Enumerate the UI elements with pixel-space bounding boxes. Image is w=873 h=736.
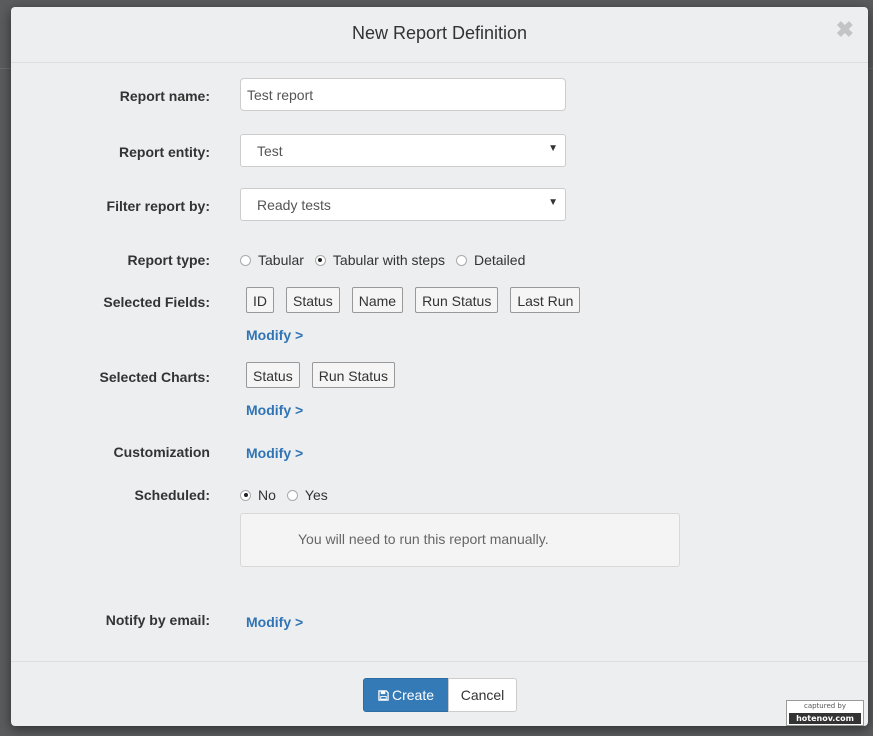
field-tag: Status bbox=[286, 287, 340, 313]
radio-no[interactable] bbox=[240, 489, 251, 501]
selected-fields-tags: ID Status Name Run Status Last Run bbox=[246, 287, 592, 313]
radio-detailed[interactable] bbox=[455, 254, 467, 266]
schedule-info-box: You will need to run this report manuall… bbox=[240, 513, 680, 567]
bg-divider bbox=[868, 68, 873, 69]
selected-charts-label: Selected Charts: bbox=[99, 369, 210, 385]
create-button[interactable]: Create bbox=[363, 678, 449, 712]
report-type-radio-group: Tabular Tabular with steps Detailed bbox=[240, 252, 536, 268]
radio-label: Detailed bbox=[473, 252, 526, 268]
chevron-down-icon: ▼ bbox=[548, 143, 558, 154]
chart-tag: Run Status bbox=[311, 362, 395, 388]
radio-label: Tabular with steps bbox=[332, 252, 445, 268]
modal-footer: Create Cancel bbox=[11, 661, 868, 726]
report-type-label: Report type: bbox=[127, 252, 210, 268]
report-name-input[interactable] bbox=[240, 78, 566, 111]
close-icon[interactable]: ✖ bbox=[836, 19, 854, 41]
chevron-down-icon: ▼ bbox=[548, 197, 558, 208]
modify-notify-link[interactable]: Modify > bbox=[246, 614, 303, 630]
modal-title: New Report Definition bbox=[351, 23, 528, 43]
watermark-line1: captured by bbox=[803, 702, 847, 710]
radio-tabular-with-steps[interactable] bbox=[314, 254, 326, 266]
scheduled-radio-group: No Yes bbox=[240, 487, 339, 503]
modify-charts-link[interactable]: Modify > bbox=[246, 402, 303, 418]
cancel-button[interactable]: Cancel bbox=[448, 678, 517, 712]
report-entity-select[interactable]: Test ▼ bbox=[240, 134, 566, 167]
chart-tag: Status bbox=[246, 362, 300, 388]
report-entity-value: Test bbox=[257, 143, 283, 159]
filter-value: Ready tests bbox=[257, 197, 331, 213]
filter-label: Filter report by: bbox=[106, 198, 210, 214]
modify-fields-link[interactable]: Modify > bbox=[246, 327, 303, 343]
scheduled-label: Scheduled: bbox=[134, 487, 210, 503]
field-tag: Run Status bbox=[415, 287, 499, 313]
field-tag: Name bbox=[351, 287, 404, 313]
customization-label: Customization bbox=[113, 444, 210, 460]
modal-header: New Report Definition ✖ bbox=[11, 7, 868, 63]
watermark-line2: hotenov.com bbox=[789, 713, 861, 724]
selected-fields-label: Selected Fields: bbox=[103, 294, 210, 310]
radio-tabular[interactable] bbox=[240, 254, 251, 266]
radio-label: No bbox=[258, 487, 276, 503]
report-entity-label: Report entity: bbox=[119, 144, 210, 160]
cancel-button-label: Cancel bbox=[460, 687, 505, 703]
bg-divider bbox=[0, 68, 11, 69]
watermark-logo: captured by hotenov.com bbox=[786, 700, 864, 726]
field-tag: Last Run bbox=[510, 287, 581, 313]
schedule-info-text: You will need to run this report manuall… bbox=[298, 531, 549, 547]
radio-label: Tabular bbox=[258, 252, 304, 268]
field-tag: ID bbox=[246, 287, 274, 313]
radio-label: Yes bbox=[304, 487, 328, 503]
selected-charts-tags: Status Run Status bbox=[246, 362, 407, 388]
report-definition-dialog: New Report Definition ✖ Report name: Rep… bbox=[11, 7, 868, 726]
filter-select[interactable]: Ready tests ▼ bbox=[240, 188, 566, 221]
save-icon bbox=[378, 689, 389, 701]
modify-customization-link[interactable]: Modify > bbox=[246, 445, 303, 461]
report-name-label: Report name: bbox=[119, 88, 210, 104]
create-button-label: Create bbox=[391, 687, 435, 703]
radio-yes[interactable] bbox=[286, 489, 298, 501]
notify-label: Notify by email: bbox=[105, 612, 210, 628]
